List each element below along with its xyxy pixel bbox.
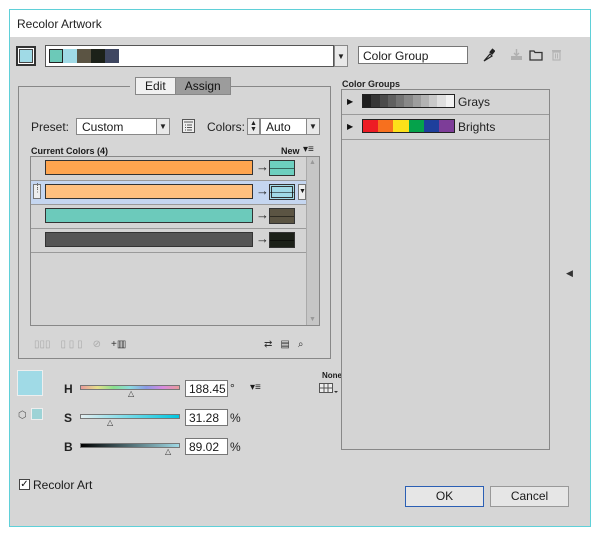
saturation-label: S — [64, 411, 73, 425]
new-color-dropdown[interactable]: ▼ — [298, 184, 306, 200]
color-group-row[interactable]: ▶ Brights — [342, 115, 549, 140]
colors-stepper[interactable]: ▲ ▼ — [247, 118, 260, 135]
preset-label: Preset: — [31, 120, 70, 134]
cancel-button[interactable]: Cancel — [490, 486, 569, 507]
eyedropper-icon[interactable] — [481, 47, 497, 63]
save-changes-icon[interactable] — [508, 47, 524, 63]
new-folder-icon[interactable] — [528, 47, 544, 63]
hue-label: H — [64, 382, 73, 396]
find-color-icon[interactable]: ⌕ — [298, 339, 304, 350]
color-row[interactable]: ⋮ ⋮ → ▼ — [31, 181, 307, 205]
preset-options-icon[interactable] — [182, 119, 195, 133]
hsb-color-swatch — [17, 370, 43, 396]
out-of-gamut-icon[interactable]: ⬡ — [18, 410, 27, 421]
new-color-swatch[interactable] — [269, 208, 295, 224]
recolor-art-label: Recolor Art — [33, 478, 93, 492]
brightness-label: B — [64, 440, 73, 454]
color-group-row[interactable]: ▶ Grays — [342, 90, 549, 115]
current-color-bar[interactable] — [45, 184, 253, 199]
mode-tabs: Edit Assign — [135, 77, 231, 95]
list-tools-left: ▯▯▯ ▯ ▯ ▯ ⊘ +▥ — [34, 337, 126, 351]
current-color-bar[interactable] — [45, 160, 253, 175]
row-drag-handle[interactable]: ⋮ ⋮ — [33, 183, 41, 199]
delete-icon[interactable] — [548, 47, 564, 63]
harmony-color-chip[interactable] — [91, 49, 105, 63]
current-color-bar[interactable] — [45, 232, 253, 247]
assign-arrow-icon[interactable]: → — [256, 207, 269, 223]
dialog-title: Recolor Artwork — [17, 17, 102, 31]
list-menu-icon[interactable]: ▾≡ — [303, 144, 314, 155]
color-groups-panel: ▶ Grays ▶ Brights — [341, 89, 550, 450]
saturation-unit: % — [230, 411, 241, 425]
list-tools-right: ⇄ ▤ ⌕ — [264, 337, 303, 351]
colors-list-scrollbar[interactable]: ▲ ▼ — [306, 157, 319, 325]
color-row[interactable]: → — [31, 229, 307, 253]
color-group-name-input[interactable]: Color Group — [358, 46, 468, 64]
harmony-colors-bar[interactable] — [45, 45, 334, 67]
collapse-panel-icon[interactable]: ◀ — [566, 268, 573, 279]
in-gamut-swatch[interactable] — [31, 408, 43, 420]
new-color-swatch[interactable] — [269, 160, 295, 176]
colors-dropdown-arrow[interactable]: ▼ — [306, 118, 320, 135]
color-group-name: Grays — [458, 95, 491, 109]
recolor-art-checkbox[interactable]: ✓ — [19, 479, 30, 490]
assign-arrow-icon[interactable]: → — [256, 159, 269, 175]
assign-arrow-icon[interactable]: → — [256, 183, 269, 199]
harmony-chips — [49, 49, 119, 63]
new-colors-header: New — [281, 146, 300, 156]
color-group-strip[interactable] — [362, 119, 455, 133]
hue-slider-thumb[interactable]: △ — [128, 390, 136, 398]
separate-colors-icon[interactable]: ▯ ▯ ▯ — [61, 339, 83, 350]
color-group-name: Brights — [458, 120, 496, 134]
color-groups-label: Color Groups — [342, 79, 400, 89]
preset-dropdown-arrow[interactable]: ▼ — [156, 118, 170, 135]
saturation-slider-thumb[interactable]: △ — [107, 419, 115, 427]
scroll-down-icon[interactable]: ▼ — [309, 316, 316, 323]
ok-button[interactable]: OK — [405, 486, 484, 507]
harmony-color-chip[interactable] — [63, 49, 77, 63]
merge-colors-icon[interactable]: ▯▯▯ — [34, 339, 51, 350]
tab-edit[interactable]: Edit — [135, 77, 176, 95]
current-colors-list: → ⋮ ⋮ → ▼ → → ▲ ▼ — [30, 156, 320, 326]
color-mode-menu-icon[interactable]: ▾≡ — [250, 382, 261, 393]
harmony-rules-dropdown[interactable]: ▼ — [334, 45, 348, 67]
limit-library-label: None — [322, 371, 342, 380]
color-row[interactable]: → — [31, 205, 307, 229]
harmony-color-chip[interactable] — [105, 49, 119, 63]
title-bar: Recolor Artwork — [10, 10, 590, 37]
brightness-unit: % — [230, 440, 241, 454]
brightness-slider-thumb[interactable]: △ — [165, 448, 173, 456]
color-row[interactable]: → — [31, 157, 307, 181]
current-colors-header: Current Colors (4) — [31, 146, 109, 156]
exclude-colors-icon[interactable]: ⊘ — [93, 339, 101, 350]
randomly-change-order-icon[interactable]: ⇄ — [264, 339, 272, 350]
tab-assign[interactable]: Assign — [175, 77, 231, 95]
hue-input[interactable]: 188.45 — [185, 380, 228, 397]
colors-label: Colors: — [207, 120, 246, 134]
new-color-swatch[interactable] — [269, 232, 295, 248]
active-color-swatch[interactable] — [16, 46, 36, 66]
expand-group-icon[interactable]: ▶ — [347, 122, 353, 131]
expand-group-icon[interactable]: ▶ — [347, 97, 353, 106]
current-color-bar[interactable] — [45, 208, 253, 223]
brightness-input[interactable]: 89.02 — [185, 438, 228, 455]
harmony-color-chip[interactable] — [49, 49, 63, 63]
harmony-color-chip[interactable] — [77, 49, 91, 63]
assign-arrow-icon[interactable]: → — [256, 231, 269, 247]
limit-to-library-icon[interactable] — [319, 383, 339, 397]
new-row-icon[interactable]: +▥ — [111, 339, 126, 350]
color-group-strip[interactable] — [362, 94, 455, 108]
randomly-change-saturation-icon[interactable]: ▤ — [280, 339, 289, 350]
scroll-up-icon[interactable]: ▲ — [309, 159, 316, 166]
new-color-swatch[interactable] — [269, 184, 295, 200]
saturation-input[interactable]: 31.28 — [185, 409, 228, 426]
saturation-slider[interactable] — [80, 414, 180, 419]
hue-unit: ° — [230, 381, 235, 395]
